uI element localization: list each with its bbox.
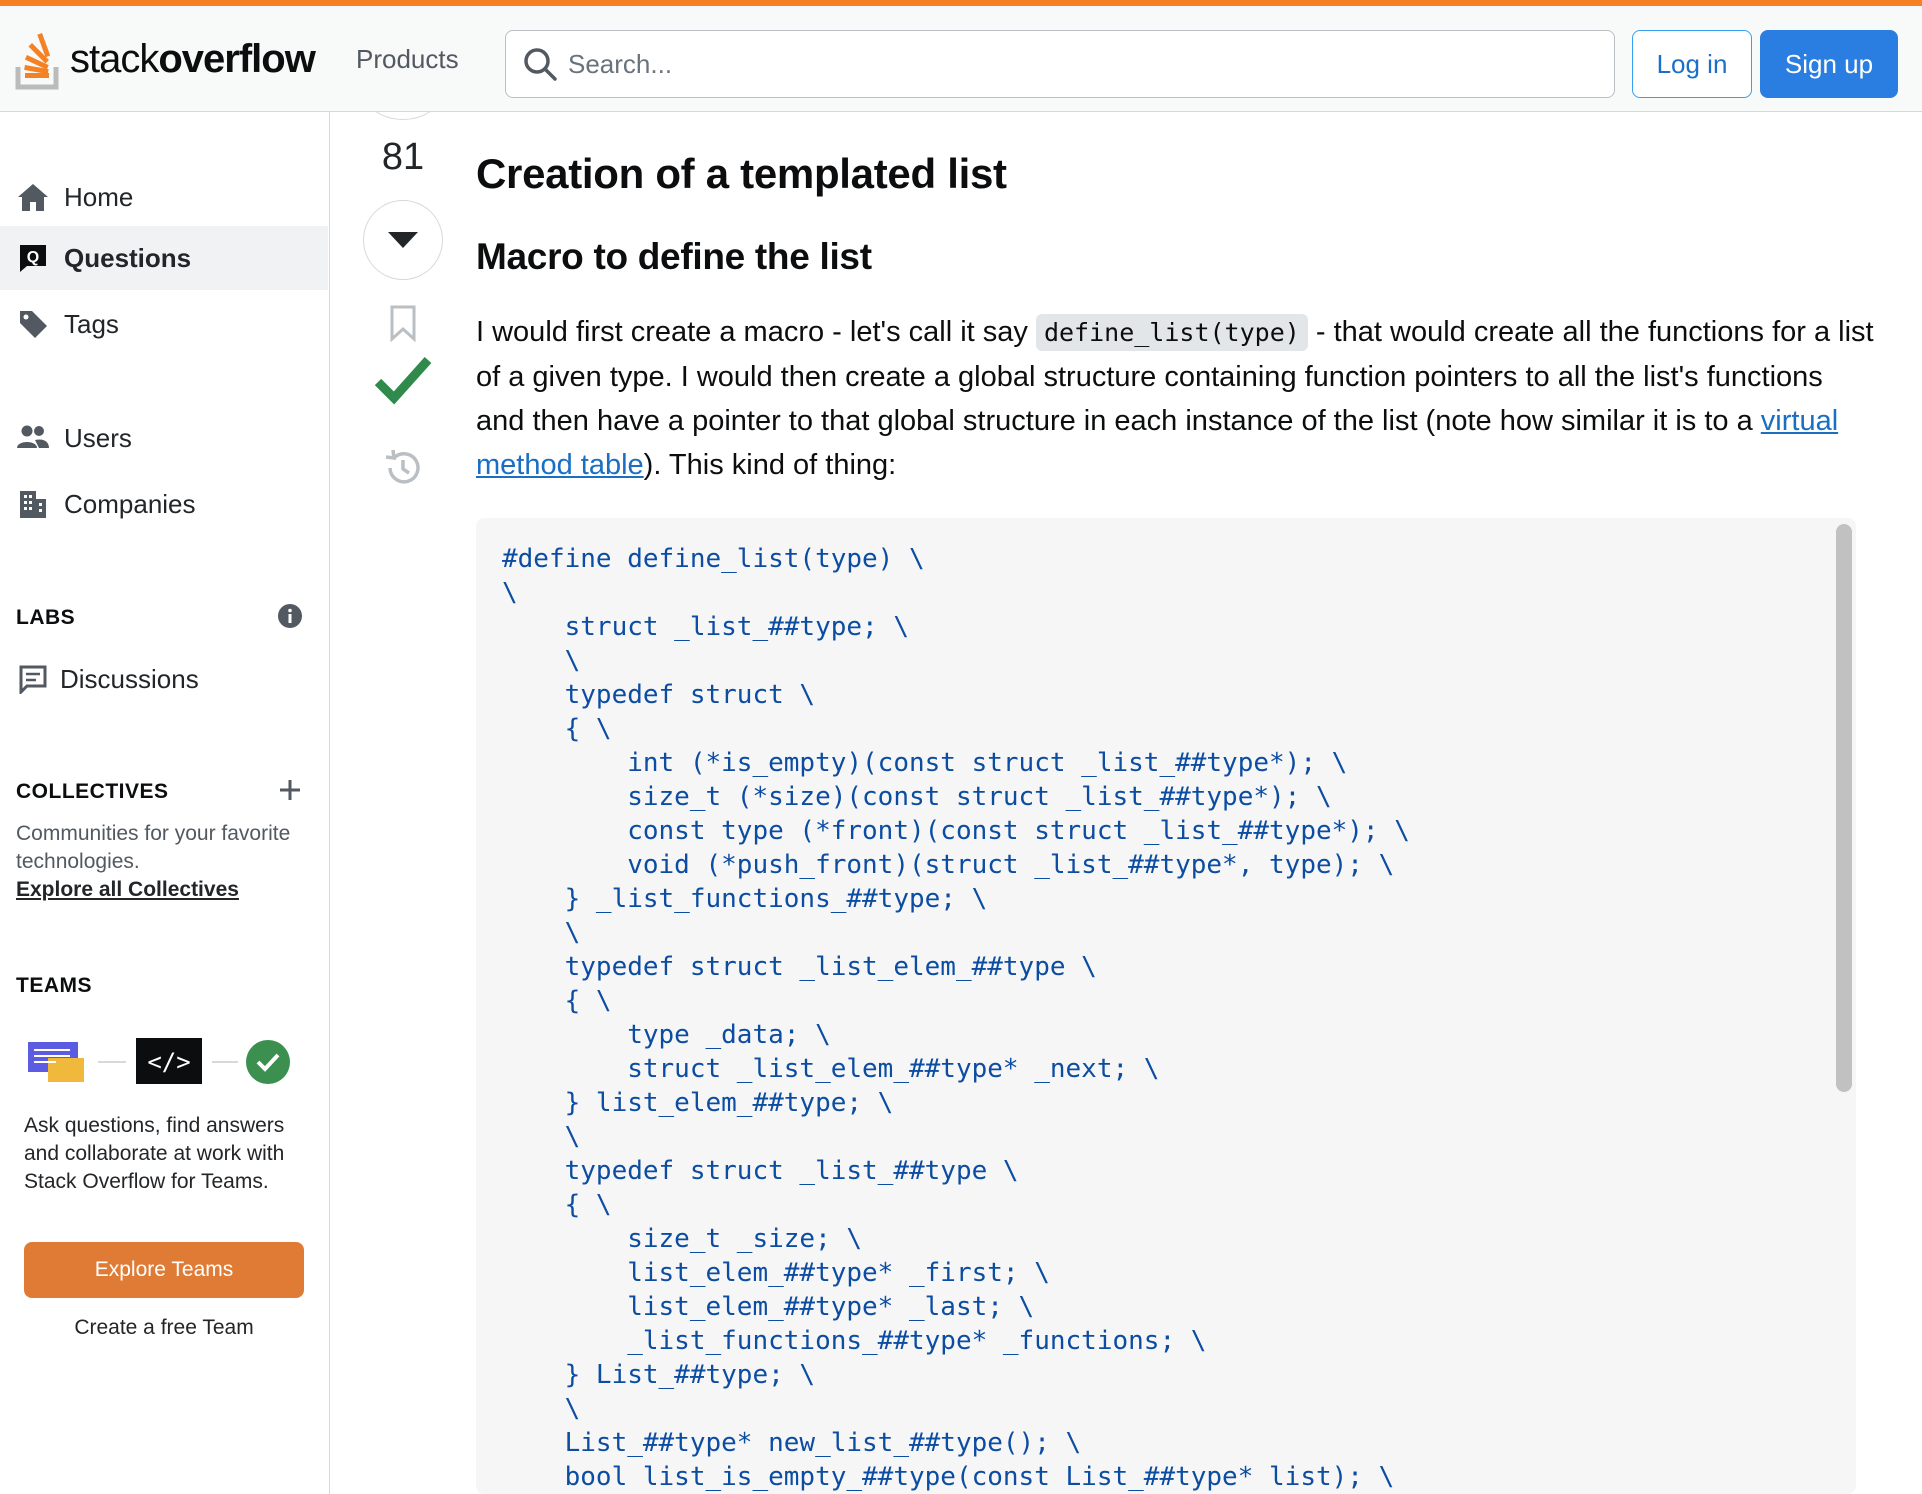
accepted-check-icon [374,356,432,405]
search-bar[interactable] [505,30,1615,98]
sidebar-item-home[interactable]: Home [0,165,328,229]
plus-icon[interactable] [276,776,304,804]
sidebar-item-label: Home [64,181,134,212]
discussions-icon [16,662,50,696]
sidebar-item-label: Companies [64,488,196,519]
sidebar-item-label: Tags [64,308,119,339]
search-icon [524,48,557,81]
sidebar-item-label: Discussions [60,663,199,694]
companies-icon [16,487,50,521]
sidebar-item-companies[interactable]: Companies [0,472,328,536]
code-scrollbar[interactable] [1836,524,1852,1092]
downvote-arrow-icon [388,232,418,248]
top-bar: stackoverflow Products Log in Sign up [0,0,1922,112]
logo-text: stackoverflow [70,36,316,81]
signup-button[interactable]: Sign up [1760,30,1898,98]
explore-teams-button[interactable]: Explore Teams [24,1242,304,1298]
explore-collectives-link[interactable]: Explore all Collectives [16,878,239,902]
teams-illustration: </> [26,1032,296,1092]
answer-paragraph: I would first create a macro - let's cal… [476,314,1874,481]
left-sidebar: Home Q Questions Tags Users Companies LA… [0,112,330,1494]
bookmark-icon[interactable] [386,304,420,342]
collectives-description: Communities for your favorite technologi… [16,822,291,873]
sidebar-item-users[interactable]: Users [0,406,328,470]
code-text: #define define_list(type) \ \ struct _li… [502,544,1410,1492]
sidebar-item-questions[interactable]: Q Questions [0,226,328,290]
labs-title: LABS [16,606,76,629]
sidebar-item-tags[interactable]: Tags [0,292,328,356]
sidebar-item-label: Questions [64,242,192,273]
vote-count: 81 [381,136,425,178]
login-button[interactable]: Log in [1632,30,1752,98]
sidebar-item-label: Users [64,422,132,453]
history-icon[interactable] [382,448,422,488]
create-free-team-link[interactable]: Create a free Team [24,1316,304,1340]
answer-heading-2: Macro to define the list [476,236,872,277]
tag-icon [16,307,50,341]
inline-code: define_list(type) [1035,314,1308,351]
search-input[interactable] [568,48,1568,80]
downvote-button[interactable] [363,200,443,280]
collectives-title: COLLECTIVES [16,780,169,803]
stackoverflow-logo-icon [15,33,59,90]
answer-heading-1: Creation of a templated list [476,150,1007,197]
products-menu[interactable]: Products [356,44,459,75]
svg-text:</>: </> [147,1048,190,1076]
users-icon [16,421,50,455]
teams-title: TEAMS [16,974,92,997]
code-block[interactable]: #define define_list(type) \ \ struct _li… [476,518,1856,1494]
teams-description: Ask questions, find answers and collabor… [24,1114,285,1193]
stackoverflow-logo[interactable]: stackoverflow [14,26,316,92]
info-icon[interactable] [276,602,304,630]
questions-icon: Q [16,241,50,275]
sidebar-item-discussions[interactable]: Discussions [0,647,328,711]
svg-text:Q: Q [27,249,39,266]
home-icon [16,180,50,214]
